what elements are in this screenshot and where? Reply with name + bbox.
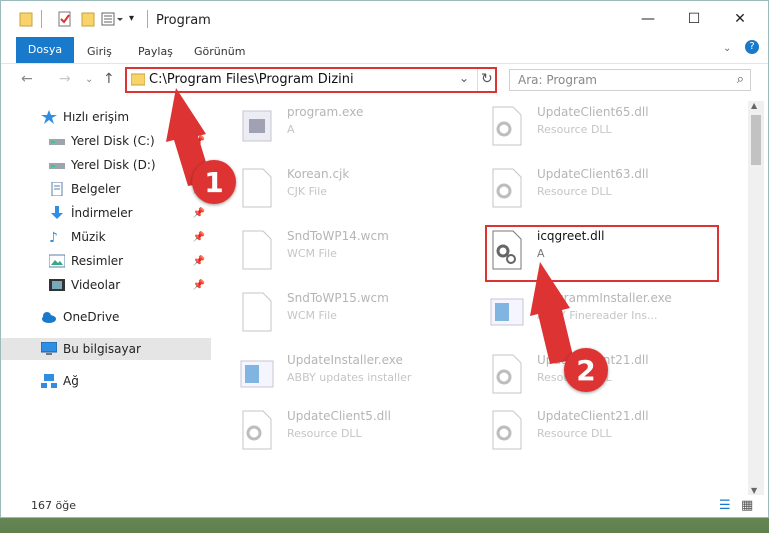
arrow-2 (530, 262, 574, 364)
annotation-arrows (166, 88, 574, 364)
step-marker-2: 2 (564, 348, 608, 392)
step-marker-1: 1 (192, 160, 236, 204)
